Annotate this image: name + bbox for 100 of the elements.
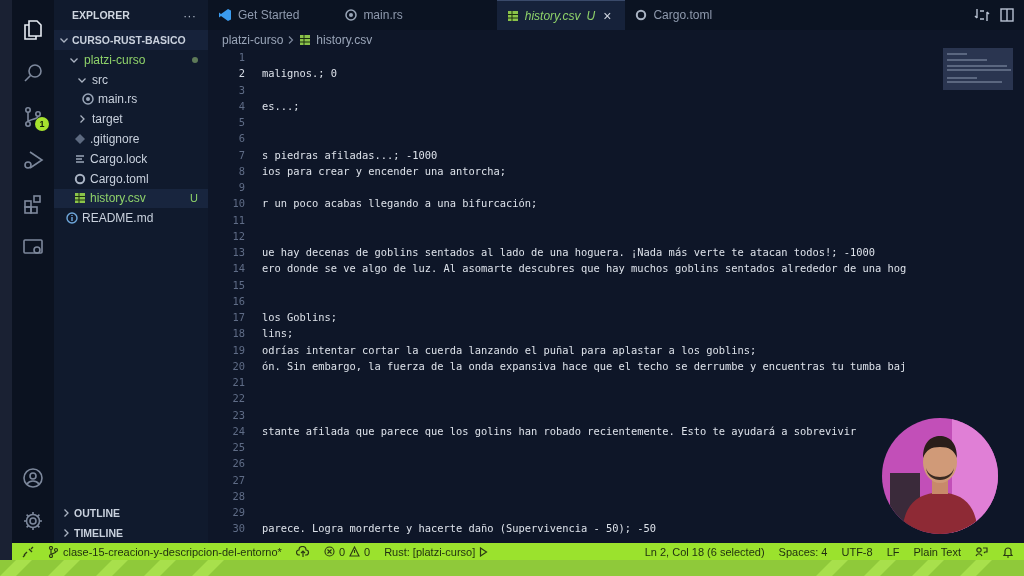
tree-item[interactable]: history.csv U [54,188,208,209]
code-line: malignos.; 0 [262,67,338,80]
chevron-icon [59,35,69,45]
workspace-folder[interactable]: CURSO-RUST-BASICO [54,30,208,50]
tree-item[interactable]: README.md [54,208,208,229]
code-line: parece. Logra morderte y hacerte daño (Supervivencia - 50); -50 [262,522,657,535]
notification-badge: 1 [35,116,49,131]
table-icon [74,192,86,205]
line-number: 18 [231,327,245,340]
line-number: 16 [231,294,245,307]
line-number: 15 [231,278,245,291]
status-item[interactable]: Plain Text [913,545,961,558]
line-number: 9 [237,181,245,194]
editor-tab[interactable]: Get Started [208,0,336,30]
ring-icon [74,172,86,185]
line-number: 29 [231,506,245,519]
activity-tab[interactable]: 1 [12,95,54,139]
ring-icon [82,93,94,106]
editor-tab[interactable]: main.rs [335,0,457,30]
status-item[interactable]: Spaces: 4 [778,545,828,558]
tree-item[interactable]: src [54,69,208,90]
status-item[interactable]: Ln 2, Col 18 (6 selected) [644,545,765,558]
status-item[interactable]: UTF-8 [841,545,873,558]
cloud-upload-icon[interactable] [295,545,310,558]
branch-icon [48,545,59,558]
tree-item[interactable]: Cargo.lock [54,149,208,169]
breadcrumb-item[interactable]: platzi-curso [222,32,284,47]
diamond-icon [74,133,86,146]
code-line: stante afilada que parece que los golins han robado recientemente. Esto te ayudará a sobrevivir [262,424,857,437]
minimap-drawing [943,48,1013,90]
feedback-icon[interactable] [975,545,988,558]
bell-icon[interactable] [1002,545,1014,558]
line-number: 26 [231,457,245,470]
line-number: 24 [231,424,245,437]
settings-icon[interactable] [22,510,44,533]
code-line: r un poco acabas llegando a una bifurcación; [262,197,538,210]
info-icon [66,212,78,225]
line-number: 1 [237,51,245,64]
table-icon [506,9,519,22]
code-line: s piedras afiladas...; -1000 [262,148,438,161]
branch-status[interactable]: clase-15-creacion-y-descripcion-del-entorno* [48,545,282,558]
line-number: 3 [237,83,245,96]
line-number: 19 [231,343,245,356]
breadcrumb-item[interactable]: history.csv [299,32,373,47]
tree-item[interactable]: main.rs [54,89,208,110]
line-number: 12 [231,229,245,242]
tree-item[interactable]: platzi-curso [54,50,208,70]
code-line: lins; [262,327,294,340]
run-debug-icon [22,149,44,172]
tree-item[interactable]: .gitignore [54,129,208,149]
line-number: 14 [231,262,245,275]
line-number: 28 [231,489,245,502]
line-number: 10 [231,197,245,210]
lines-icon [74,152,86,165]
line-number: 17 [231,311,245,324]
warning-icon [349,546,360,557]
more-actions-button[interactable]: ··· [183,7,196,23]
line-number: 27 [231,473,245,486]
git-status: U [190,192,198,205]
line-number: 30 [231,522,245,535]
extensions-icon [22,192,44,215]
ribbon-logo-icon [218,8,232,22]
code-line: ue hay decenas de goblins sentados al lado de una hoguera. ¡Nada más verte te atacan todos!; -1000 [262,246,876,259]
ring-icon [635,9,648,21]
status-item[interactable]: LF [886,545,900,558]
code-line: los Goblins; [262,311,338,324]
line-number: 22 [231,392,245,405]
remote-icon[interactable] [22,545,34,558]
split-editor-icon[interactable] [999,7,1015,23]
panel-section[interactable]: TIMELINE [54,523,208,543]
branch-icon [22,105,44,128]
line-number: 8 [237,164,245,177]
problems-status[interactable]: 0 0 [323,545,371,558]
rust-status[interactable]: Rust: [platzi-curso] [384,545,489,558]
line-number: 2 [237,67,245,80]
account-icon[interactable] [22,466,44,489]
tree-item[interactable]: Cargo.toml [54,168,208,189]
ring-icon [345,9,358,21]
line-number: 11 [231,213,245,226]
panel-section[interactable]: OUTLINE [54,503,208,523]
line-number: 7 [237,148,245,161]
tree-item[interactable]: target [54,109,208,130]
code-line: ios para crear y encender una antorcha; [262,164,506,177]
line-number: 13 [231,246,245,259]
editor-tab[interactable]: history.csv U × [496,0,626,30]
line-number: 23 [231,408,245,421]
line-number: 21 [231,376,245,389]
code-line: ón. Sin embargo, la fuerza de la onda expansiva hace que el techo se derrumbe y encuentras tu tumba baj [262,359,907,372]
play-icon [479,546,489,557]
line-number: 4 [237,99,245,112]
line-number: 25 [231,441,245,454]
line-number: 6 [237,132,245,145]
code-line: ero donde se ve algo de luz. Al asomarte descubres que hay muchos goblins sentados alrededor de una hog [262,262,907,275]
editor-tab[interactable]: Cargo.toml [625,0,727,30]
explorer-title: EXPLORER [72,9,130,21]
chevron-icon [77,114,87,125]
line-number: 20 [231,359,245,372]
compare-icon[interactable] [974,7,990,23]
files-icon [22,18,44,41]
chevron-icon [287,34,296,45]
